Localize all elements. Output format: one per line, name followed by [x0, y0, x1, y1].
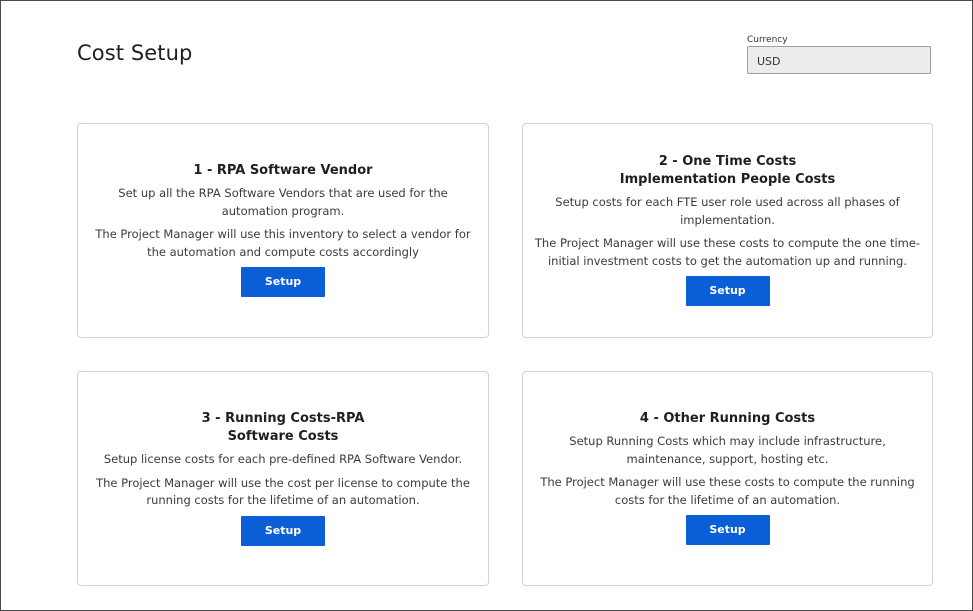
card-note: The Project Manager will use these costs…: [523, 235, 932, 270]
setup-button-running-costs-rpa-software[interactable]: Setup: [241, 515, 325, 546]
card-text-line: Setup license costs for each pre-defined…: [103, 452, 463, 466]
page-title: Cost Setup: [77, 41, 193, 65]
card-text-line: costs for the lifetime of an automation.: [614, 492, 841, 507]
card-title-line: Implementation People Costs: [619, 172, 836, 187]
card-title: 3 - Running Costs-RPA Software Costs: [78, 410, 488, 446]
currency-label: Currency: [747, 35, 788, 45]
card-title-line: 1 - RPA Software Vendor: [193, 163, 373, 178]
card-title-line: 3 - Running Costs-RPA: [201, 411, 365, 426]
setup-button-one-time-costs[interactable]: Setup: [685, 276, 770, 306]
card-text-line: The Project Manager will use the cost pe…: [96, 475, 470, 490]
card-one-time-costs: 2 - One Time Costs Implementation People…: [522, 123, 933, 338]
currency-field[interactable]: USD: [747, 46, 931, 74]
card-rpa-software-vendor: 1 - RPA Software Vendor Set up all the R…: [77, 123, 489, 338]
card-text-line: implementation.: [680, 212, 775, 227]
card-text-line: Set up all the RPA Software Vendors that…: [118, 186, 448, 200]
card-text-line: the automation and compute costs accordi…: [147, 244, 419, 259]
setup-button-rpa-software-vendor[interactable]: Setup: [241, 267, 325, 297]
card-title: 4 - Other Running Costs: [523, 410, 932, 428]
card-other-running-costs: 4 - Other Running Costs Setup Running Co…: [522, 371, 933, 586]
card-description: Set up all the RPA Software Vendors that…: [78, 185, 488, 220]
card-note: The Project Manager will use these costs…: [523, 474, 932, 509]
card-text-line: The Project Manager will use these costs…: [534, 236, 921, 250]
card-text-line: The Project Manager will use these costs…: [540, 475, 915, 489]
card-text-line: The Project Manager will use this invent…: [95, 227, 471, 241]
card-running-costs-rpa-software: 3 - Running Costs-RPA Software Costs Set…: [77, 371, 489, 586]
card-title-line: 4 - Other Running Costs: [639, 411, 816, 426]
card-title-line: 2 - One Time Costs: [658, 154, 797, 169]
app-window: Cost Setup Currency USD 1 - RPA Software…: [0, 0, 973, 611]
card-description: Setup Running Costs which may include in…: [523, 433, 932, 468]
card-title: 1 - RPA Software Vendor: [78, 162, 488, 180]
card-note: The Project Manager will use the cost pe…: [78, 475, 488, 510]
card-text-line: running costs for the lifetime of an aut…: [146, 493, 420, 507]
card-note: The Project Manager will use this invent…: [78, 226, 488, 261]
card-title-line: Software Costs: [227, 429, 339, 444]
card-text-line: maintenance, support, hosting etc.: [626, 451, 829, 466]
setup-button-other-running-costs[interactable]: Setup: [685, 515, 770, 545]
card-text-line: Setup Running Costs which may include in…: [569, 434, 886, 448]
card-description: Setup costs for each FTE user role used …: [523, 194, 932, 229]
card-description: Setup license costs for each pre-defined…: [78, 451, 488, 469]
card-text-line: initial investment costs to get the auto…: [547, 253, 908, 268]
card-text-line: automation program.: [221, 203, 345, 218]
card-title: 2 - One Time Costs Implementation People…: [523, 153, 932, 189]
card-text-line: Setup costs for each FTE user role used …: [555, 195, 900, 209]
